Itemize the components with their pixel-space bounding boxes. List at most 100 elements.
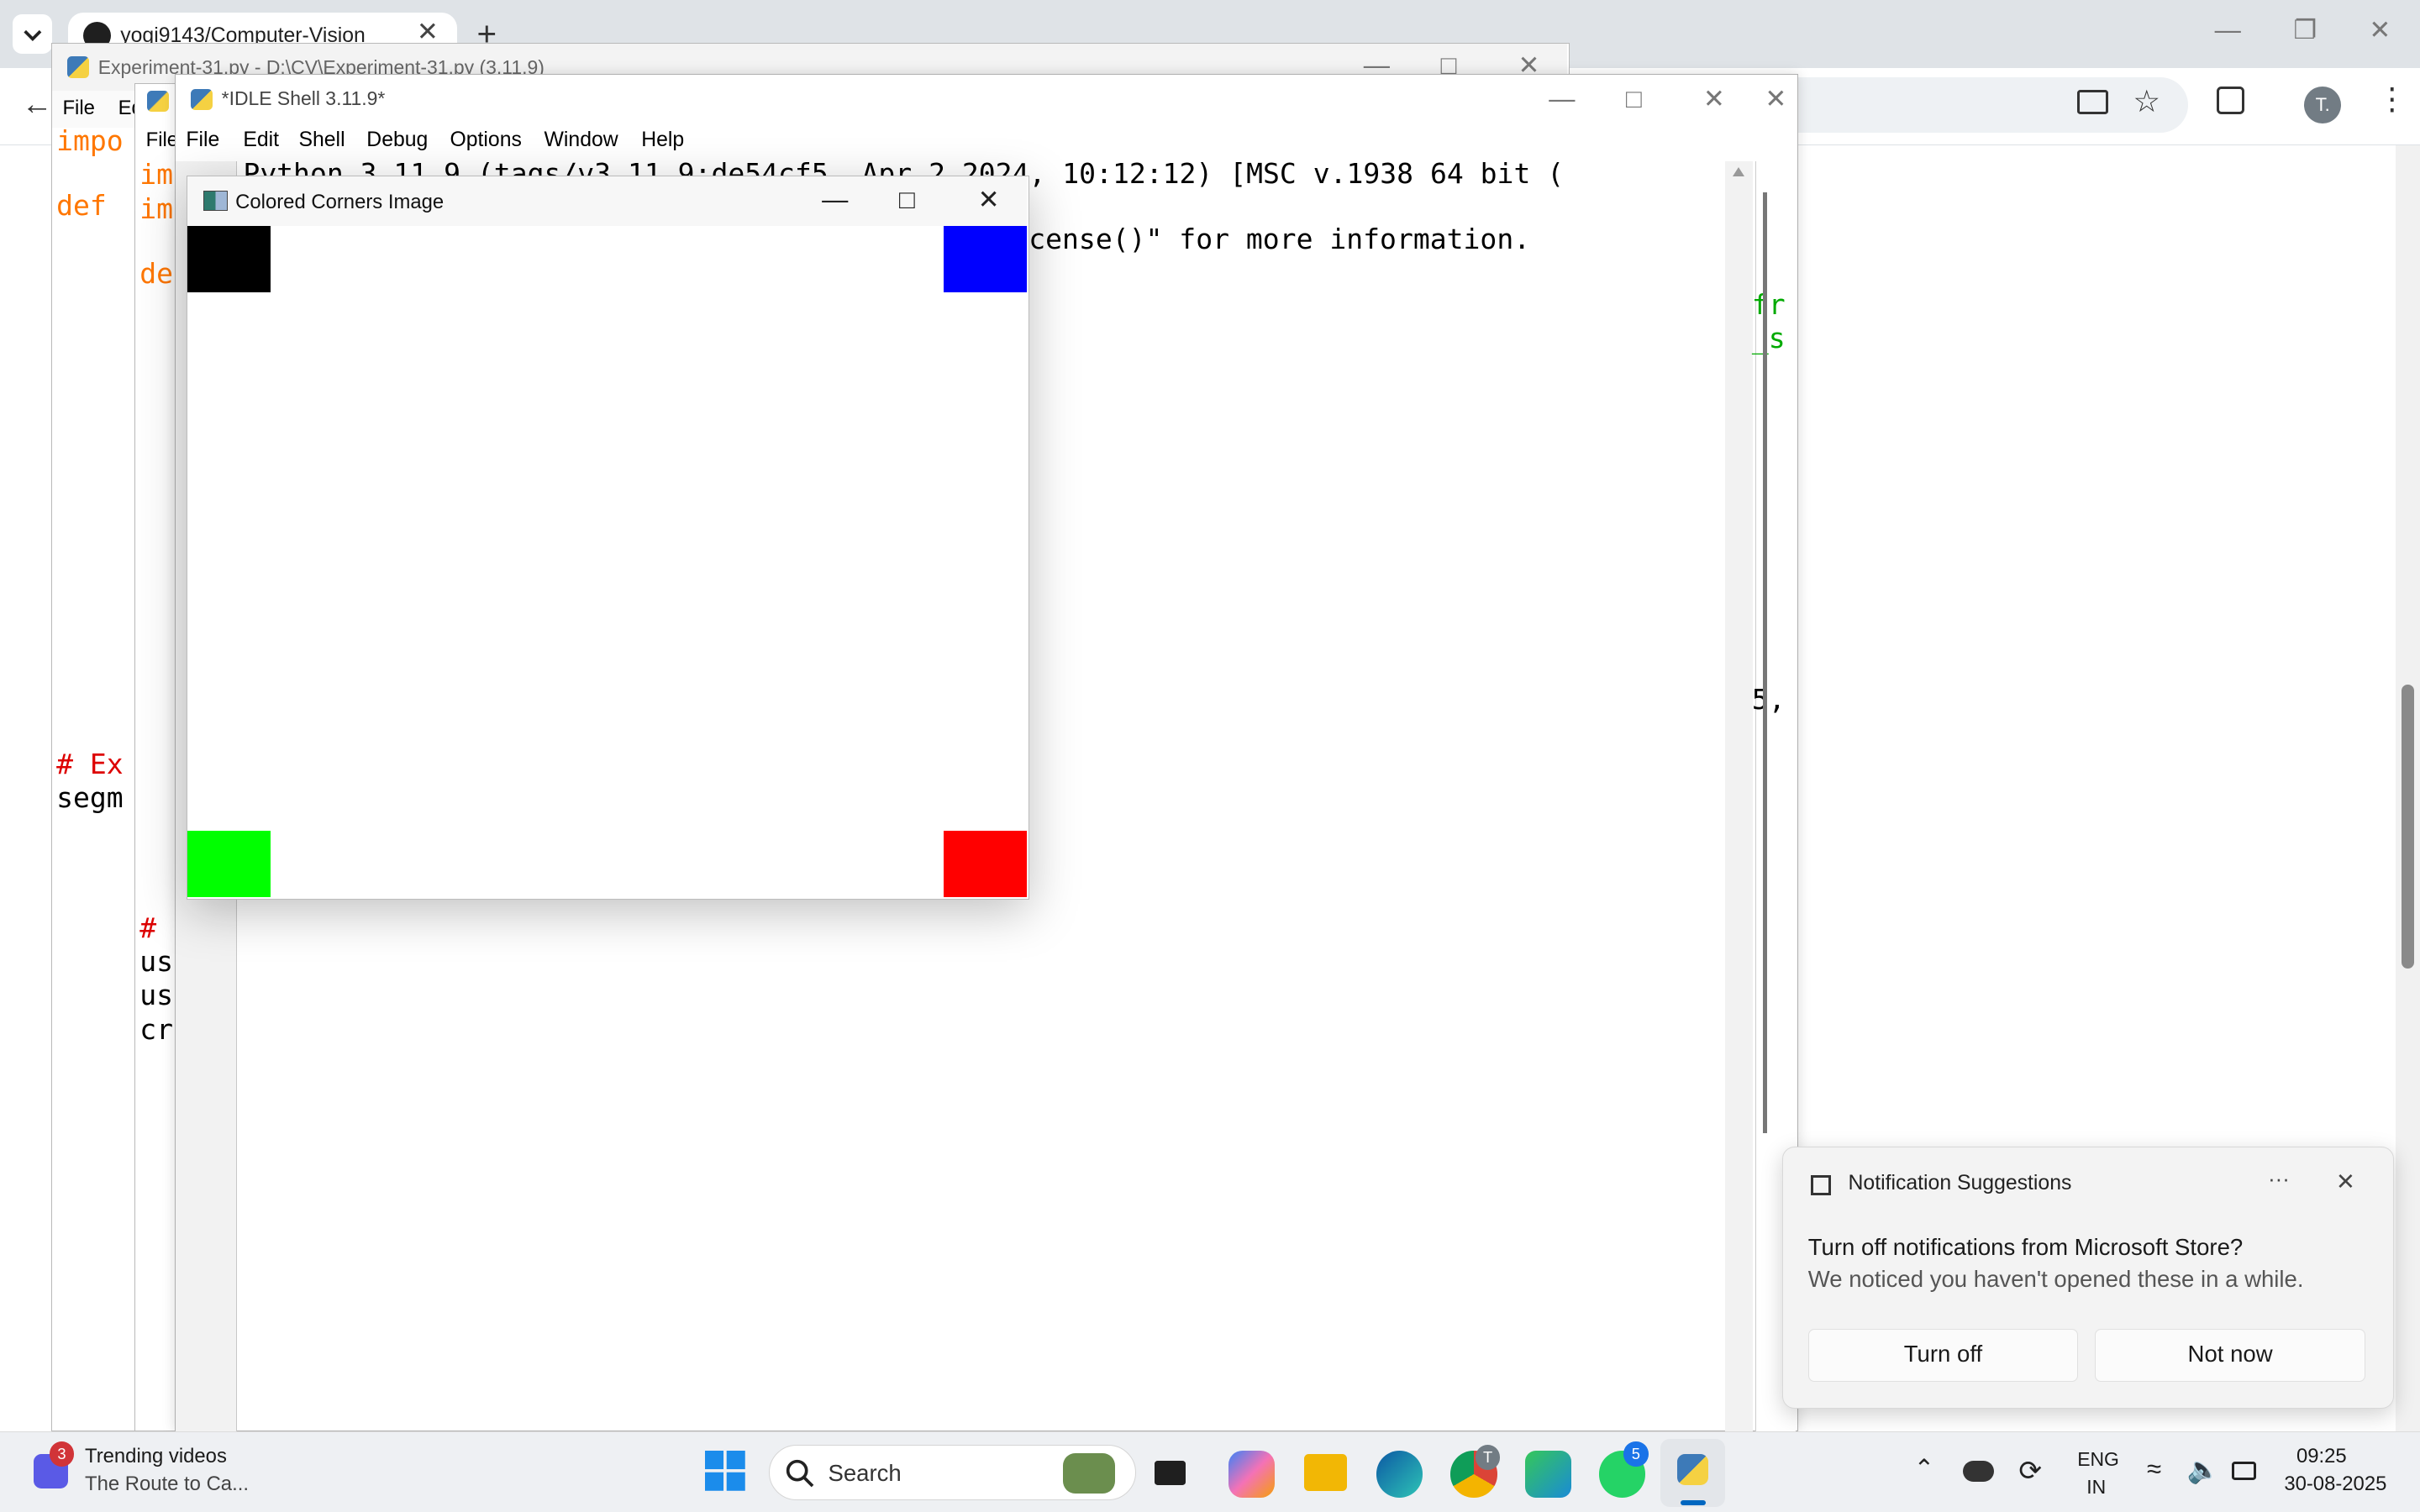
notification-app-icon	[1811, 1174, 1832, 1195]
python-icon	[190, 88, 213, 111]
shell-menu-debug[interactable]: Debug	[366, 129, 428, 152]
second-menu-file[interactable]: File	[146, 129, 178, 152]
second-code-line: im	[139, 192, 174, 225]
python-icon	[66, 56, 89, 78]
shell-menu-window[interactable]: Window	[544, 129, 618, 152]
active-indicator	[1681, 1500, 1706, 1505]
image-close-icon[interactable]: ✕	[978, 185, 1000, 215]
not-now-button[interactable]: Not now	[2095, 1329, 2365, 1382]
editor-code-line: # Ex	[56, 747, 124, 780]
search-box[interactable]: Search	[768, 1445, 1136, 1501]
whatsapp-badge: 5	[1623, 1441, 1649, 1467]
wifi-icon[interactable]: ≈	[2147, 1454, 2161, 1484]
second-code-line: im	[139, 158, 174, 192]
image-window: Colored Corners Image — □ ✕	[187, 176, 1030, 900]
shell-maximize-icon[interactable]: □	[1626, 84, 1642, 114]
notification-title: Turn off notifications from Microsoft St…	[1807, 1233, 2244, 1260]
behind-code-fragment: 5,	[1751, 682, 1786, 716]
behind-scrollbar	[1762, 192, 1768, 1134]
search-label: Search	[828, 1459, 902, 1486]
start-button[interactable]	[705, 1451, 746, 1492]
browser-close-icon[interactable]: ✕	[2369, 15, 2391, 45]
shell-title: *IDLE Shell 3.11.9*	[221, 87, 386, 109]
shell-menu-file[interactable]: File	[186, 129, 219, 152]
shell-scrollbar[interactable]	[1724, 161, 1753, 1433]
windows-logo-icon	[705, 1451, 746, 1492]
second-code-line: us	[139, 945, 174, 979]
shell-menu-shell[interactable]: Shell	[298, 129, 345, 152]
notification-header: Notification Suggestions	[1848, 1172, 2072, 1195]
python-icon	[147, 90, 170, 113]
shell-menu-edit[interactable]: Edit	[243, 129, 279, 152]
browser-minimize-icon[interactable]: —	[2215, 15, 2241, 45]
shell-close-icon[interactable]: ✕	[1703, 84, 1725, 114]
volume-icon[interactable]: 🔈	[2187, 1454, 2220, 1485]
scroll-up-icon[interactable]	[1732, 167, 1744, 177]
show-hidden-icons[interactable]: ⌃	[1914, 1454, 1935, 1483]
file-explorer-icon[interactable]	[1304, 1454, 1348, 1492]
clock-time[interactable]: 09:25	[2296, 1445, 2347, 1468]
shell-minimize-icon[interactable]: —	[1549, 84, 1575, 114]
second-code-line: us	[139, 979, 174, 1012]
address-bar[interactable]	[1775, 76, 2189, 133]
notification-more-icon[interactable]: ···	[2268, 1168, 2290, 1192]
python-taskbar-button[interactable]	[1660, 1438, 1726, 1507]
editor-code-line: impo	[56, 123, 124, 157]
widget-badge: 3	[49, 1441, 75, 1467]
image-window-title: Colored Corners Image	[235, 190, 445, 213]
onedrive-icon[interactable]	[1963, 1460, 1994, 1483]
notification-toast: Notification Suggestions ··· ✕ Turn off …	[1782, 1146, 2394, 1409]
shell-menu-options[interactable]: Options	[450, 129, 521, 152]
browser-restore-icon[interactable]: ❐	[2293, 15, 2317, 45]
scrollbar-thumb[interactable]	[2401, 685, 2414, 969]
install-app-icon[interactable]	[2077, 89, 2108, 114]
image-maximize-icon[interactable]: □	[899, 185, 915, 215]
image-minimize-icon[interactable]: —	[822, 185, 848, 215]
second-code-line: de	[139, 256, 174, 290]
green-corner-square	[187, 831, 271, 898]
image-window-icon	[203, 190, 228, 211]
red-corner-square	[944, 831, 1028, 898]
taskbar: 3 Trending videos The Route to Ca... Sea…	[0, 1431, 2420, 1512]
second-code-line: cr	[139, 1012, 174, 1046]
notification-body: We noticed you haven't opened these in a…	[1807, 1266, 2304, 1293]
notification-close-icon[interactable]: ✕	[2336, 1168, 2355, 1195]
widget-title: Trending videos	[85, 1445, 227, 1468]
image-canvas	[187, 226, 1028, 898]
shell-banner-line: cense()" for more information.	[1028, 223, 1531, 256]
battery-icon[interactable]	[2231, 1462, 2257, 1481]
black-corner-square	[187, 226, 271, 293]
tab-list-dropdown[interactable]	[12, 13, 53, 55]
blue-corner-square	[944, 226, 1028, 293]
sync-icon[interactable]: ⟳	[2018, 1454, 2042, 1488]
shell-menu-help[interactable]: Help	[641, 129, 684, 152]
avatar[interactable]: T.	[2304, 86, 2342, 123]
clock-date[interactable]: 30-08-2025	[2284, 1473, 2386, 1496]
editor-code-line: def	[56, 189, 107, 223]
widget-subtitle: The Route to Ca...	[85, 1473, 249, 1496]
shell-title-bar: *IDLE Shell 3.11.9* — □ ✕ ✕	[175, 75, 1797, 124]
back-icon[interactable]: ←	[22, 87, 53, 122]
extensions-icon[interactable]	[2216, 86, 2244, 114]
page-scrollbar[interactable]	[2395, 144, 2420, 1432]
widgets-button[interactable]: 3 Trending videos The Route to Ca...	[28, 1441, 306, 1503]
shell-menubar: File Edit Shell Debug Options Window Hel…	[175, 123, 1797, 161]
turn-off-button[interactable]: Turn off	[1807, 1329, 2079, 1382]
menu-icon[interactable]: ⋮	[2377, 81, 2408, 117]
phone-link-icon[interactable]	[1524, 1451, 1571, 1498]
task-view-icon[interactable]	[1154, 1460, 1186, 1485]
behind-code-fragment: fr	[1751, 287, 1786, 321]
bookmark-star-icon[interactable]: ☆	[2133, 83, 2160, 119]
chrome-profile-badge: T	[1475, 1445, 1501, 1470]
image-title-bar: Colored Corners Image — □ ✕	[187, 176, 1028, 227]
behind-window-close-icon[interactable]: ✕	[1765, 84, 1786, 114]
edge-icon[interactable]	[1376, 1451, 1423, 1498]
search-icon	[786, 1459, 814, 1488]
language-top[interactable]: ENG	[2077, 1448, 2119, 1471]
editor-menu-file[interactable]: File	[62, 97, 94, 120]
behind-code-fragment: _s	[1751, 322, 1786, 355]
python-icon	[1677, 1454, 1709, 1485]
second-code-line: #	[139, 911, 157, 944]
search-highlight-icon	[1062, 1453, 1116, 1494]
copilot-icon[interactable]	[1228, 1451, 1276, 1498]
